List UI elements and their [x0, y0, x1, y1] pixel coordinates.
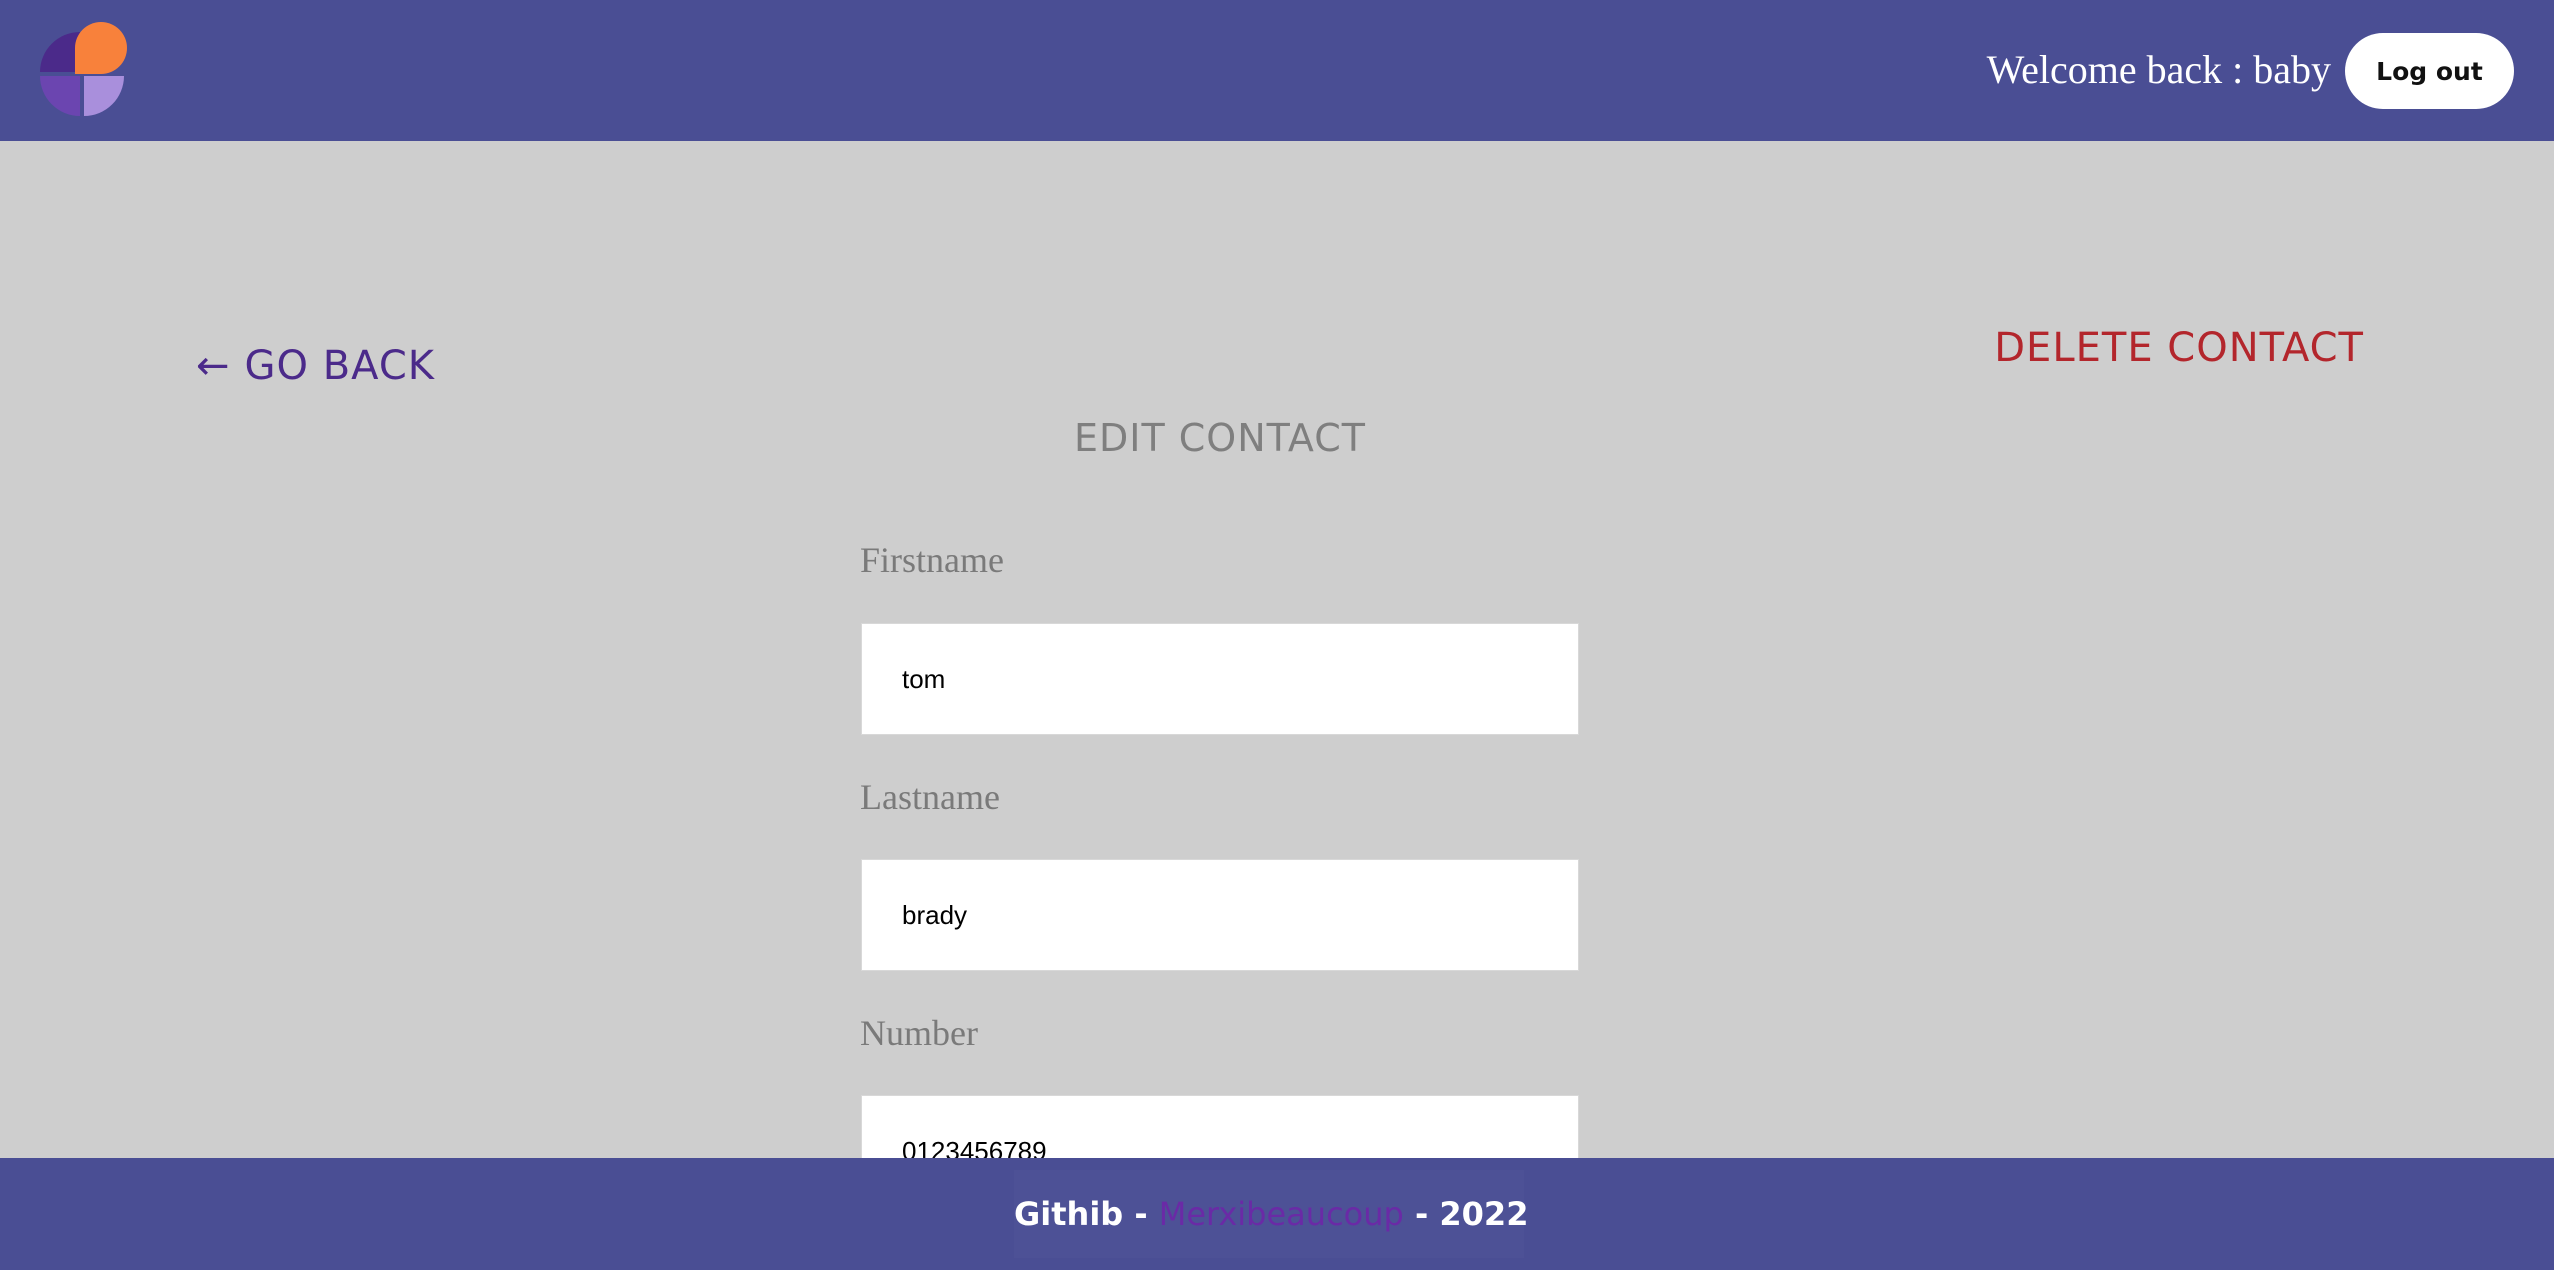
footer-suffix: - 2022 — [1403, 1195, 1529, 1233]
arrow-left-icon: ← — [196, 343, 231, 389]
app-footer: Githib - Merxibeaucoup - 2022 — [0, 1158, 2554, 1270]
number-label: Number — [860, 1013, 978, 1053]
page-title: EDIT CONTACT — [1074, 416, 1366, 460]
go-back-label: GO BACK — [244, 343, 435, 389]
username: baby — [2253, 47, 2331, 92]
delete-contact-link[interactable]: DELETE CONTACT — [1994, 320, 2364, 376]
go-back-link[interactable]: ← GO BACK — [196, 338, 435, 394]
welcome-message: Welcome back : baby — [1987, 44, 2331, 96]
welcome-prefix: Welcome back : — [1986, 47, 2254, 92]
app-logo-icon[interactable] — [36, 22, 132, 118]
firstname-label: Firstname — [860, 540, 1004, 580]
lastname-label: Lastname — [860, 777, 1000, 817]
lastname-field[interactable] — [861, 859, 1579, 971]
app-header: Welcome back : baby Log out — [0, 0, 2554, 141]
firstname-field[interactable] — [861, 623, 1579, 735]
footer-prefix: Githib - — [1014, 1195, 1159, 1233]
logout-button[interactable]: Log out — [2345, 33, 2514, 109]
footer-credit: Githib - Merxibeaucoup - 2022 — [1014, 1170, 1528, 1258]
github-link[interactable]: Merxibeaucoup — [1159, 1195, 1404, 1233]
footer-text: Githib - Merxibeaucoup - 2022 — [1014, 1170, 1528, 1258]
